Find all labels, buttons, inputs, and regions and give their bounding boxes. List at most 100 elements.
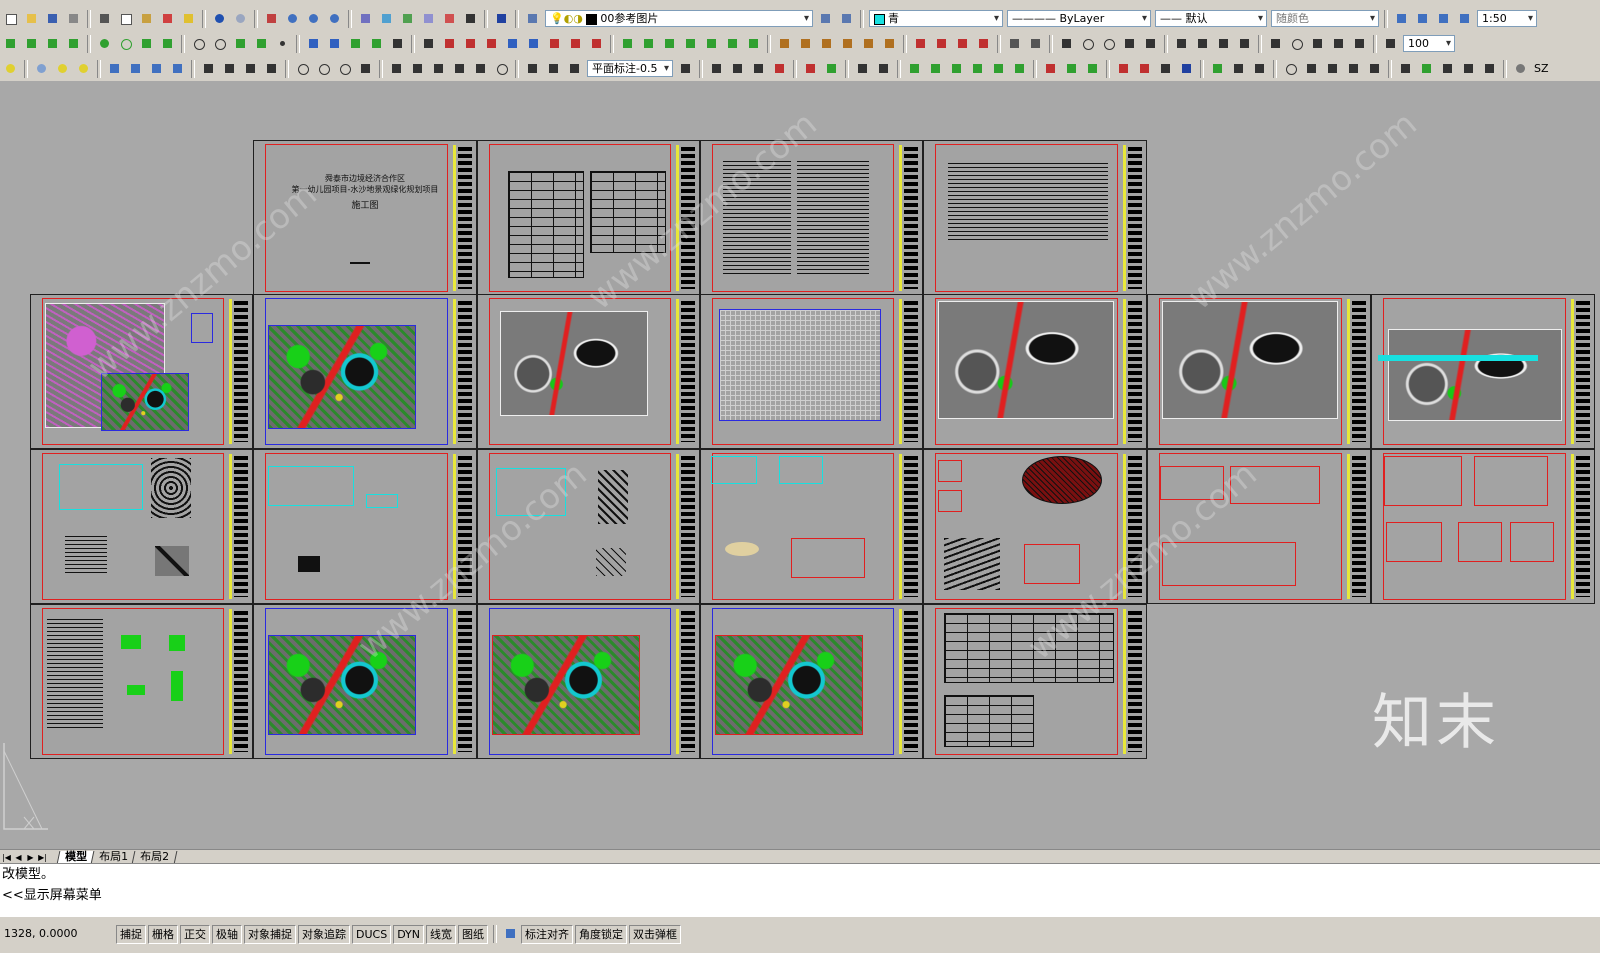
stretch-icon[interactable] — [619, 35, 636, 52]
model-space-canvas[interactable]: 舜泰市边境经济合作区 第一幼儿园项目-水沙地景观绿化规划项目 施工图 www.z… — [0, 81, 1600, 849]
quick-dim-2-icon[interactable] — [388, 60, 405, 77]
text-height-field[interactable]: 100 — [1403, 35, 1455, 52]
sheet-lighting-plan[interactable] — [1371, 294, 1595, 449]
tool-palettes-icon[interactable] — [399, 10, 416, 27]
extend-icon[interactable] — [661, 35, 678, 52]
redo-icon[interactable] — [232, 10, 249, 27]
dim-linear-2-icon[interactable] — [200, 60, 217, 77]
tab-next-icon[interactable]: ▶ — [25, 852, 36, 863]
sheet-tree-plan[interactable] — [253, 604, 477, 759]
help-icon[interactable] — [493, 10, 510, 27]
dim-linear-icon[interactable] — [441, 35, 458, 52]
layer-lock-icon[interactable] — [1027, 35, 1044, 52]
viewport-polygon-icon[interactable] — [1414, 10, 1431, 27]
hyperlink-icon[interactable] — [1042, 60, 1059, 77]
join-icon[interactable] — [703, 35, 720, 52]
dim-arc-icon[interactable] — [1142, 35, 1159, 52]
grid-icon[interactable] — [912, 35, 929, 52]
viewport-scale-field[interactable]: 1:50 — [1477, 10, 1537, 27]
explode-icon[interactable] — [776, 35, 793, 52]
dim-arc-length-icon[interactable] — [242, 60, 259, 77]
dim-aligned-2-icon[interactable] — [221, 60, 238, 77]
sheet-master-plan[interactable] — [253, 294, 477, 449]
new-file-icon[interactable] — [2, 10, 19, 27]
sheet-drawing-list[interactable] — [477, 140, 700, 296]
insert-block-icon[interactable] — [232, 35, 249, 52]
layer-freeze-icon[interactable] — [33, 60, 50, 77]
tolerance-2-icon[interactable] — [472, 60, 489, 77]
mtext-icon[interactable] — [389, 35, 406, 52]
ellipse-icon[interactable] — [190, 35, 207, 52]
viewport-single-icon[interactable] — [1393, 10, 1410, 27]
dim-update-icon[interactable] — [1330, 35, 1347, 52]
zoom-window-icon[interactable] — [305, 10, 322, 27]
calculator-icon[interactable] — [462, 10, 479, 27]
layer-walk-icon[interactable] — [148, 60, 165, 77]
layer-off-icon[interactable] — [1006, 35, 1023, 52]
layer-on-icon[interactable] — [75, 60, 92, 77]
match-properties-icon[interactable] — [159, 10, 176, 27]
qleader-icon[interactable] — [451, 60, 468, 77]
dim-radius-2-icon[interactable] — [294, 60, 311, 77]
copy-object-icon[interactable] — [818, 35, 835, 52]
text-icon[interactable] — [420, 35, 437, 52]
sheet-detail-5[interactable] — [923, 449, 1147, 604]
draw-circle-icon[interactable] — [117, 35, 134, 52]
chamfer-icon[interactable] — [724, 35, 741, 52]
dim-ordinate-2-icon[interactable] — [263, 60, 280, 77]
scale-icon[interactable] — [588, 35, 605, 52]
text-convert-icon[interactable] — [771, 60, 788, 77]
text-mask-icon[interactable] — [1439, 60, 1456, 77]
sheet-detail-6[interactable] — [1147, 449, 1371, 604]
dimstyle-dropdown[interactable]: 平面标注-0.5 — [587, 60, 673, 77]
status-double-click[interactable]: 双击弹框 — [629, 925, 682, 944]
wipe-icon[interactable] — [1324, 60, 1341, 77]
text-edit-icon[interactable] — [1418, 60, 1435, 77]
dim-edit-icon[interactable] — [1236, 35, 1253, 52]
markup-icon[interactable] — [441, 10, 458, 27]
erase-icon[interactable] — [797, 35, 814, 52]
make-current-layer-icon[interactable] — [817, 10, 834, 27]
text-style-icon[interactable] — [1382, 35, 1399, 52]
save-icon[interactable] — [44, 10, 61, 27]
gradient-icon[interactable] — [326, 35, 343, 52]
layer-dropdown[interactable]: 💡◐◑ 00参考图片 — [545, 10, 813, 27]
ellipse-arc-icon[interactable] — [211, 35, 228, 52]
fillet-icon[interactable] — [745, 35, 762, 52]
viewport-clip-icon[interactable] — [1456, 10, 1473, 27]
viewport-object-icon[interactable] — [1435, 10, 1452, 27]
group-icon[interactable] — [839, 35, 856, 52]
tab-model[interactable]: 模型 — [56, 850, 96, 864]
sketch-icon[interactable] — [1303, 60, 1320, 77]
image-attach-icon[interactable] — [948, 60, 965, 77]
text-find-icon[interactable] — [1397, 60, 1414, 77]
sz-label[interactable]: SZ — [1534, 62, 1549, 75]
tab-layout1[interactable]: 布局1 — [90, 850, 137, 864]
point-icon[interactable] — [274, 35, 291, 52]
dim-angle-2-icon[interactable] — [357, 60, 374, 77]
light-bulb-icon[interactable] — [2, 60, 19, 77]
sheet-planting-plan[interactable] — [1147, 294, 1371, 449]
center-mark-2-icon[interactable] — [493, 60, 510, 77]
polar-icon[interactable] — [975, 35, 992, 52]
status-ducs[interactable]: DUCS — [352, 925, 392, 944]
sheet-dimension-plan[interactable] — [477, 294, 700, 449]
layer-unisolate-icon[interactable] — [127, 60, 144, 77]
center-mark-icon[interactable] — [1288, 35, 1305, 52]
print-icon[interactable] — [65, 10, 82, 27]
copy-icon[interactable] — [117, 10, 134, 27]
purge-icon[interactable] — [1115, 60, 1132, 77]
tab-prev-icon[interactable]: ◀ — [13, 852, 24, 863]
text-frame-icon[interactable] — [1460, 60, 1477, 77]
status-osnap[interactable]: 对象捕捉 — [244, 925, 296, 944]
zoom-previous-icon[interactable] — [326, 10, 343, 27]
sheet-detail-1[interactable] — [30, 449, 253, 604]
sheet-detail-2[interactable] — [253, 449, 477, 604]
cut-icon[interactable] — [96, 10, 113, 27]
recover-icon[interactable] — [1157, 60, 1174, 77]
status-angle-lock[interactable]: 角度锁定 — [575, 925, 628, 944]
sheet-design-notes-1[interactable] — [700, 140, 923, 296]
paste-icon[interactable] — [138, 10, 155, 27]
hatch-icon[interactable] — [305, 35, 322, 52]
dim-continue-icon[interactable] — [1058, 35, 1075, 52]
